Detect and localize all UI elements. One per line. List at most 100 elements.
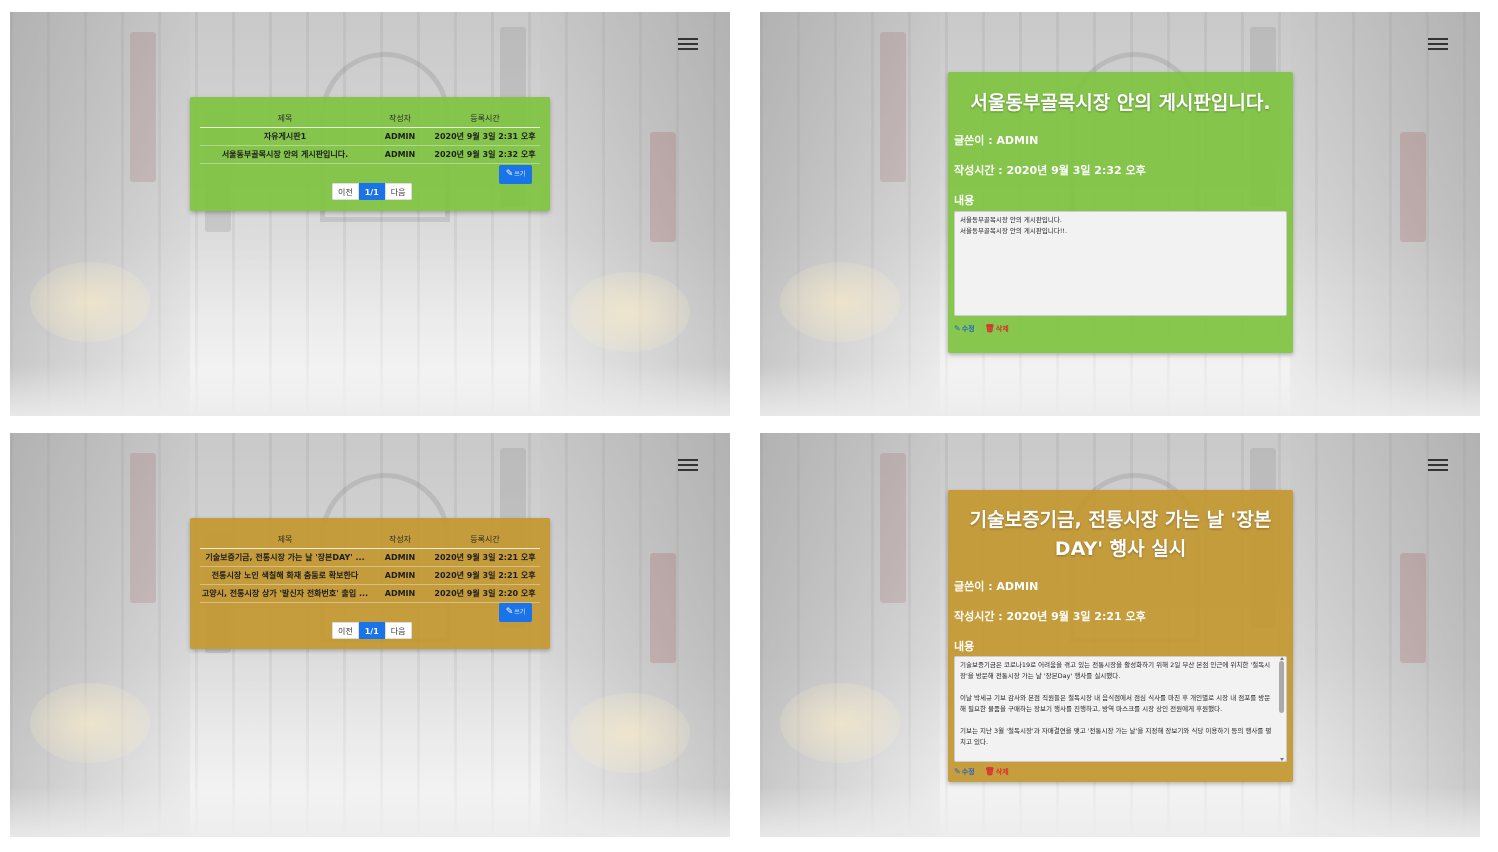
edit-button[interactable]: ✎수정 xyxy=(954,324,975,334)
content-paragraph: 기술보증기금은 코로나19로 어려움을 겪고 있는 전통시장을 활성화하기 위해… xyxy=(960,661,1271,680)
hamburger-icon[interactable] xyxy=(678,38,698,50)
post-time: 작성시간 : 2020년 9월 3일 2:32 오후 xyxy=(954,164,1146,177)
shop-sign xyxy=(1400,553,1426,663)
board-card: 제목 작성자 등록시간 기술보증기금, 전통시장 가는 날 '장본DAY' ..… xyxy=(190,518,550,649)
post-author: 글쓴이 : ADMIN xyxy=(954,134,1039,147)
street-light xyxy=(30,262,150,342)
prev-page-button[interactable]: 이전 xyxy=(332,183,359,200)
post-content[interactable]: 기술보증기금은 코로나19로 어려움을 겪고 있는 전통시장을 활성화하기 위해… xyxy=(954,656,1287,762)
post-author: ADMIN xyxy=(370,584,430,603)
column-header-title: 제목 xyxy=(200,111,370,128)
content-paragraph: 기보는 지난 3월 '철독시장'과 자매결연을 맺고 '전통시장 가는 날'을 … xyxy=(960,727,1272,746)
street-light xyxy=(30,683,150,763)
crowd-fade xyxy=(10,787,730,837)
delete-button[interactable]: 🗑삭제 xyxy=(985,324,1009,334)
post-author: ADMIN xyxy=(370,145,430,164)
table-row[interactable]: 전통시장 노인 색칠해 화재 춤둠로 확보한다 ADMIN 2020년 9월 3… xyxy=(200,566,540,585)
street-backdrop-right xyxy=(540,433,730,837)
content-line: 서울동부골목시장 안의 게시판입니다. xyxy=(960,216,1062,224)
street-backdrop-left xyxy=(10,433,190,837)
board-list-screen-green: 제목 작성자 등록시간 자유게시판1 ADMIN 2020년 9월 3일 2:3… xyxy=(10,12,730,416)
crowd-fade xyxy=(760,366,1480,416)
write-button[interactable]: ✎쓰기 xyxy=(499,165,532,184)
crowd-fade xyxy=(10,366,730,416)
shop-sign xyxy=(650,132,676,242)
write-button[interactable]: ✎쓰기 xyxy=(499,603,532,622)
street-light xyxy=(780,683,900,763)
hamburger-icon[interactable] xyxy=(1428,459,1448,471)
street-light xyxy=(570,272,690,352)
post-actions: ✎수정 🗑삭제 xyxy=(954,767,1009,777)
pencil-icon: ✎ xyxy=(505,169,514,179)
post-title: 서울동부골목시장 안의 게시판입니다. xyxy=(970,92,1271,114)
post-time: 2020년 9월 3일 2:21 오후 xyxy=(430,548,540,567)
content-label: 내용 xyxy=(954,194,975,207)
post-author: ADMIN xyxy=(370,548,430,567)
post-title-link[interactable]: 자유게시판1 xyxy=(200,127,370,146)
scroll-up-arrow[interactable] xyxy=(1280,657,1284,660)
table-row[interactable]: 자유게시판1 ADMIN 2020년 9월 3일 2:31 오후 xyxy=(200,127,540,146)
post-title-link[interactable]: 기술보증기금, 전통시장 가는 날 '장본DAY' ... xyxy=(200,548,370,567)
board-table: 제목 작성자 등록시간 기술보증기금, 전통시장 가는 날 '장본DAY' ..… xyxy=(200,532,540,603)
post-title: 기술보증기금, 전통시장 가는 날 '장본 DAY' 행사 실시 xyxy=(969,509,1272,560)
board-card: 제목 작성자 등록시간 자유게시판1 ADMIN 2020년 9월 3일 2:3… xyxy=(190,97,550,211)
post-detail-screen-gold: 기술보증기금, 전통시장 가는 날 '장본 DAY' 행사 실시 글쓴이 : A… xyxy=(760,433,1480,837)
trash-icon: 🗑 xyxy=(984,767,995,776)
hamburger-icon[interactable] xyxy=(678,459,698,471)
next-page-button[interactable]: 다음 xyxy=(384,183,412,200)
delete-button[interactable]: 🗑삭제 xyxy=(985,767,1009,777)
scrollbar-thumb[interactable] xyxy=(1279,661,1284,713)
post-title-link[interactable]: 전통시장 노인 색칠해 화재 춤둠로 확보한다 xyxy=(200,566,370,585)
post-time: 2020년 9월 3일 2:32 오후 xyxy=(430,145,540,164)
edit-icon: ✎ xyxy=(954,767,961,776)
crowd-fade xyxy=(760,787,1480,837)
column-header-author: 작성자 xyxy=(370,532,430,549)
write-button-label: 쓰기 xyxy=(514,609,526,616)
table-row[interactable]: 서울동부골목시장 안의 게시판입니다. ADMIN 2020년 9월 3일 2:… xyxy=(200,145,540,164)
street-backdrop-left xyxy=(10,12,190,416)
shop-sign xyxy=(130,453,156,603)
next-page-button[interactable]: 다음 xyxy=(384,622,412,639)
column-header-time: 등록시간 xyxy=(430,532,540,549)
post-time: 2020년 9월 3일 2:31 오후 xyxy=(430,127,540,146)
column-header-time: 등록시간 xyxy=(430,111,540,128)
street-backdrop-left xyxy=(760,433,940,837)
edit-label: 수정 xyxy=(961,325,975,333)
write-button-label: 쓰기 xyxy=(514,171,526,178)
post-content[interactable]: 서울동부골목시장 안의 게시판입니다. 서울동부골목시장 안의 게시판입니다!!… xyxy=(954,211,1287,316)
pencil-icon: ✎ xyxy=(505,607,514,617)
content-paragraph: 이날 박세규 기보 감사와 본점 직원들은 철독시장 내 음식점에서 점심 식사… xyxy=(960,694,1271,713)
street-light xyxy=(570,693,690,773)
street-backdrop-right xyxy=(1290,433,1480,837)
post-title-link[interactable]: 서울동부골목시장 안의 게시판입니다. xyxy=(200,145,370,164)
scroll-down-arrow[interactable] xyxy=(1280,758,1284,761)
post-detail-screen-green: 서울동부골목시장 안의 게시판입니다. 글쓴이 : ADMIN 작성시간 : 2… xyxy=(760,12,1480,416)
column-header-title: 제목 xyxy=(200,532,370,549)
delete-label: 삭제 xyxy=(995,768,1009,776)
street-light xyxy=(780,262,900,342)
current-page[interactable]: 1/1 xyxy=(358,183,385,200)
edit-button[interactable]: ✎수정 xyxy=(954,767,975,777)
edit-label: 수정 xyxy=(961,768,975,776)
post-author: 글쓴이 : ADMIN xyxy=(954,580,1039,593)
hamburger-icon[interactable] xyxy=(1428,38,1448,50)
pagination: 이전 1/1 다음 xyxy=(332,622,412,639)
table-row[interactable]: 고양시, 전통시장 상가 '발신자 전화번호' 출입 ... ADMIN 202… xyxy=(200,584,540,603)
board-table: 제목 작성자 등록시간 자유게시판1 ADMIN 2020년 9월 3일 2:3… xyxy=(200,111,540,164)
table-row[interactable]: 기술보증기금, 전통시장 가는 날 '장본DAY' ... ADMIN 2020… xyxy=(200,548,540,567)
trash-icon: 🗑 xyxy=(984,324,995,333)
street-backdrop-left xyxy=(760,12,940,416)
content-label: 내용 xyxy=(954,640,975,653)
post-time: 2020년 9월 3일 2:20 오후 xyxy=(430,584,540,603)
post-author: ADMIN xyxy=(370,127,430,146)
current-page[interactable]: 1/1 xyxy=(358,622,385,639)
post-title-link[interactable]: 고양시, 전통시장 상가 '발신자 전화번호' 출입 ... xyxy=(200,584,370,603)
delete-label: 삭제 xyxy=(995,325,1009,333)
shop-sign xyxy=(1400,132,1426,242)
shop-sign xyxy=(880,453,906,603)
post-card: 기술보증기금, 전통시장 가는 날 '장본 DAY' 행사 실시 글쓴이 : A… xyxy=(948,490,1293,782)
board-list-screen-gold: 제목 작성자 등록시간 기술보증기금, 전통시장 가는 날 '장본DAY' ..… xyxy=(10,433,730,837)
street-backdrop-right xyxy=(540,12,730,416)
shop-sign xyxy=(130,32,156,182)
prev-page-button[interactable]: 이전 xyxy=(332,622,359,639)
